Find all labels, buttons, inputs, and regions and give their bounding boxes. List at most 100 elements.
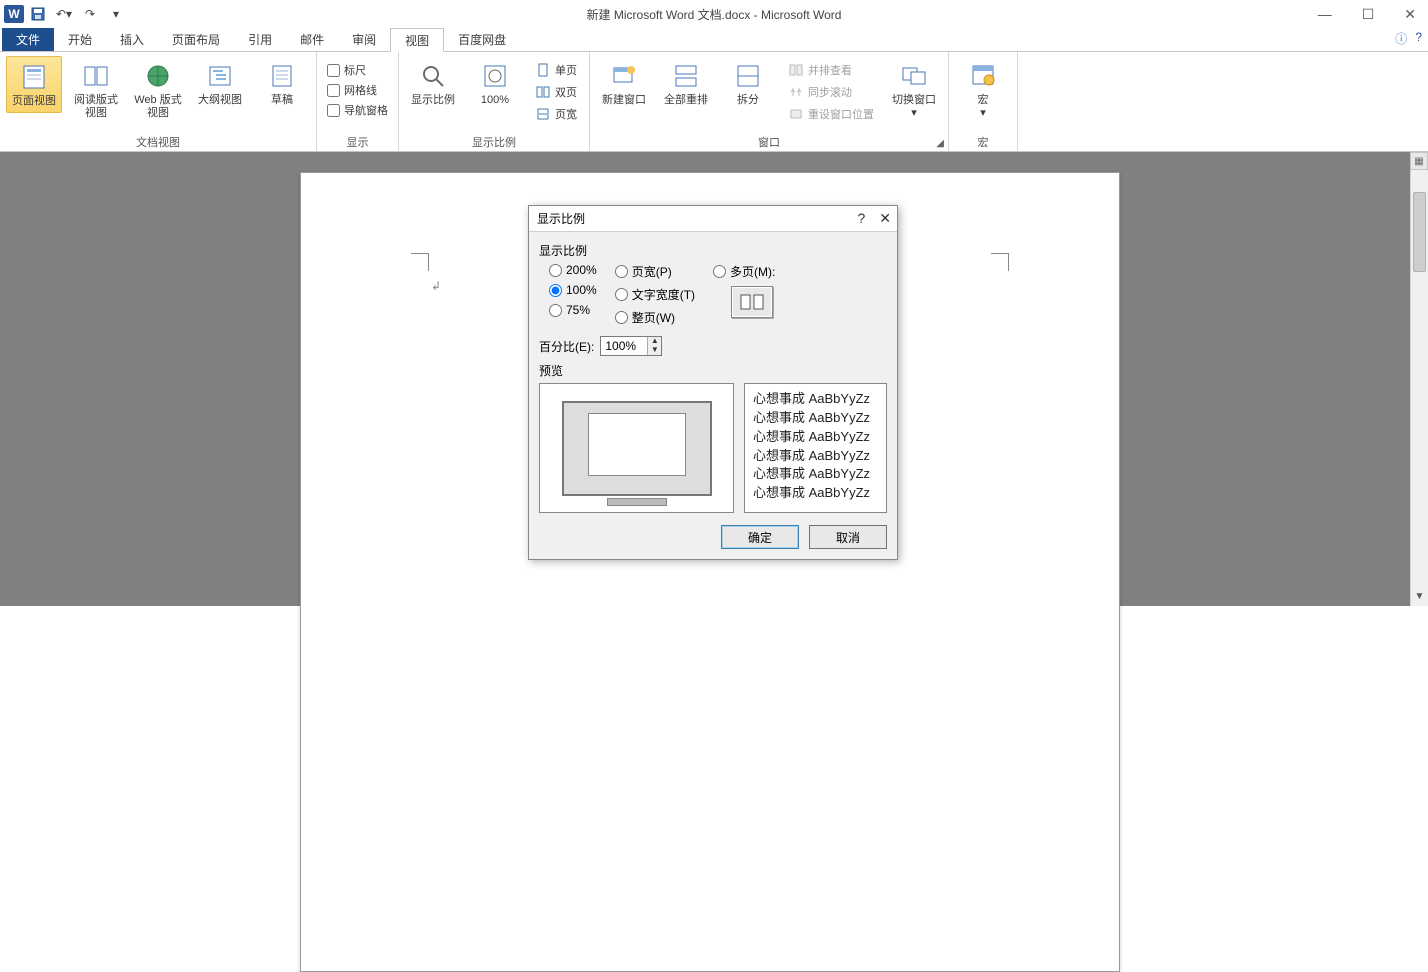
radio-100[interactable]: 100% [549, 283, 597, 297]
outline-button[interactable]: 大纲视图 [192, 56, 248, 111]
zoom-section-label: 显示比例 [539, 242, 887, 259]
group-document-views: 页面视图 阅读版式视图 Web 版式视图 大纲视图 草稿 文档视图 [0, 52, 317, 151]
radio-multi-page[interactable]: 多页(M): [713, 263, 775, 280]
margin-corner-tl [411, 253, 429, 271]
hundred-icon [479, 60, 511, 92]
title-bar: W ↶▾ ↷ ▾ 新建 Microsoft Word 文档.docx - Mic… [0, 0, 1428, 28]
web-layout-button[interactable]: Web 版式视图 [130, 56, 186, 123]
new-window-icon [608, 60, 640, 92]
zoom-button[interactable]: 显示比例 [405, 56, 461, 111]
side-by-side-icon [788, 62, 804, 78]
web-layout-icon [142, 60, 174, 92]
tab-pagelayout[interactable]: 页面布局 [158, 28, 234, 51]
tab-view[interactable]: 视图 [390, 28, 444, 52]
ruler-checkbox[interactable]: 标尺 [327, 62, 388, 78]
scroll-thumb[interactable] [1413, 192, 1426, 272]
navpane-checkbox[interactable]: 导航窗格 [327, 102, 388, 118]
radio-whole-page[interactable]: 整页(W) [615, 309, 695, 326]
ruler-toggle-button[interactable]: ▦ [1410, 152, 1428, 170]
dialog-help-button[interactable]: ? [857, 210, 865, 227]
sample-line: 心想事成 AaBbYyZz [753, 409, 878, 428]
sample-line: 心想事成 AaBbYyZz [753, 484, 878, 503]
new-window-button[interactable]: 新建窗口 [596, 56, 652, 111]
ribbon-help-icons: ⓘ ? [1395, 30, 1422, 47]
multipage-picker[interactable] [731, 286, 773, 318]
group-label-zoom: 显示比例 [399, 133, 589, 151]
tab-insert[interactable]: 插入 [106, 28, 158, 51]
gridlines-checkbox[interactable]: 网格线 [327, 82, 388, 98]
one-page-button[interactable]: 单页 [531, 60, 581, 80]
preview-label: 预览 [539, 362, 887, 379]
reading-layout-button[interactable]: 阅读版式视图 [68, 56, 124, 123]
minimize-ribbon-icon[interactable]: ⓘ [1395, 30, 1407, 47]
vertical-scrollbar[interactable]: ▲ ▼ [1410, 152, 1428, 606]
ribbon-tabs: 文件 开始 插入 页面布局 引用 邮件 审阅 视图 百度网盘 ⓘ ? [0, 28, 1428, 52]
ok-button[interactable]: 确定 [721, 525, 799, 549]
radio-75[interactable]: 75% [549, 303, 597, 317]
radio-text-width[interactable]: 文字宽度(T) [615, 286, 695, 303]
draft-icon [266, 60, 298, 92]
side-by-side-button: 并排查看 [784, 60, 878, 80]
save-icon[interactable] [26, 3, 50, 25]
tab-baidu[interactable]: 百度网盘 [444, 28, 520, 51]
close-button[interactable]: ✕ [1398, 2, 1422, 27]
group-label-docviews: 文档视图 [0, 133, 316, 151]
tab-file[interactable]: 文件 [2, 28, 54, 51]
spin-down-icon[interactable]: ▼ [648, 346, 661, 355]
macro-button[interactable]: 宏▾ [955, 56, 1011, 123]
reading-layout-icon [80, 60, 112, 92]
paragraph-mark-icon: ↲ [431, 279, 441, 293]
zoom-dialog: 显示比例 ? ✕ 显示比例 200% 100% 75% 页宽(P) 文字宽度(T… [528, 205, 898, 560]
split-button[interactable]: 拆分 [720, 56, 776, 111]
help-icon[interactable]: ? [1415, 30, 1422, 47]
window-group-launcher[interactable]: ◢ [936, 138, 944, 149]
qat-dropdown-icon[interactable]: ▾ [104, 3, 128, 25]
minimize-button[interactable]: — [1312, 2, 1338, 26]
group-zoom: 显示比例 100% 单页 双页 页宽 显示比例 [399, 52, 590, 151]
group-window: 新建窗口 全部重排 拆分 并排查看 同步滚动 重设窗口位置 切换窗口▾ 窗口◢ [590, 52, 949, 151]
zoom-icon [417, 60, 449, 92]
outline-icon [204, 60, 236, 92]
split-icon [732, 60, 764, 92]
draft-button[interactable]: 草稿 [254, 56, 310, 111]
sync-scroll-icon [788, 84, 804, 100]
sample-line: 心想事成 AaBbYyZz [753, 428, 878, 447]
two-page-icon [535, 84, 551, 100]
radio-200[interactable]: 200% [549, 263, 597, 277]
maximize-button[interactable]: ☐ [1356, 2, 1381, 27]
print-layout-button[interactable]: 页面视图 [6, 56, 62, 113]
window-controls: — ☐ ✕ [1312, 0, 1422, 28]
tab-mailings[interactable]: 邮件 [286, 28, 338, 51]
scroll-down-icon[interactable]: ▼ [1411, 588, 1428, 606]
radio-page-width[interactable]: 页宽(P) [615, 263, 695, 280]
page-width-icon [535, 106, 551, 122]
hundred-percent-button[interactable]: 100% [467, 56, 523, 111]
percent-spinner[interactable]: ▲▼ [600, 336, 662, 356]
switch-window-icon [898, 60, 930, 92]
tab-home[interactable]: 开始 [54, 28, 106, 51]
dialog-titlebar[interactable]: 显示比例 ? ✕ [529, 206, 897, 232]
dialog-close-button[interactable]: ✕ [879, 210, 891, 227]
redo-icon[interactable]: ↷ [78, 3, 102, 25]
monitor-icon [562, 401, 712, 496]
sample-line: 心想事成 AaBbYyZz [753, 447, 878, 466]
arrange-all-icon [670, 60, 702, 92]
group-show: 标尺 网格线 导航窗格 显示 [317, 52, 399, 151]
ribbon: 页面视图 阅读版式视图 Web 版式视图 大纲视图 草稿 文档视图 [0, 52, 1428, 152]
switch-window-button[interactable]: 切换窗口▾ [886, 56, 942, 123]
sync-scroll-button: 同步滚动 [784, 82, 878, 102]
macro-icon [967, 60, 999, 92]
undo-icon[interactable]: ↶▾ [52, 3, 76, 25]
cancel-button[interactable]: 取消 [809, 525, 887, 549]
two-page-button[interactable]: 双页 [531, 82, 581, 102]
word-app-icon[interactable]: W [4, 5, 24, 23]
dialog-title: 显示比例 [537, 210, 585, 227]
percent-label: 百分比(E): [539, 338, 594, 355]
tab-review[interactable]: 审阅 [338, 28, 390, 51]
percent-input[interactable] [601, 337, 647, 355]
page-width-button[interactable]: 页宽 [531, 104, 581, 124]
tab-references[interactable]: 引用 [234, 28, 286, 51]
margin-corner-tr [991, 253, 1009, 271]
arrange-all-button[interactable]: 全部重排 [658, 56, 714, 111]
quick-access-toolbar: W ↶▾ ↷ ▾ [0, 3, 128, 25]
